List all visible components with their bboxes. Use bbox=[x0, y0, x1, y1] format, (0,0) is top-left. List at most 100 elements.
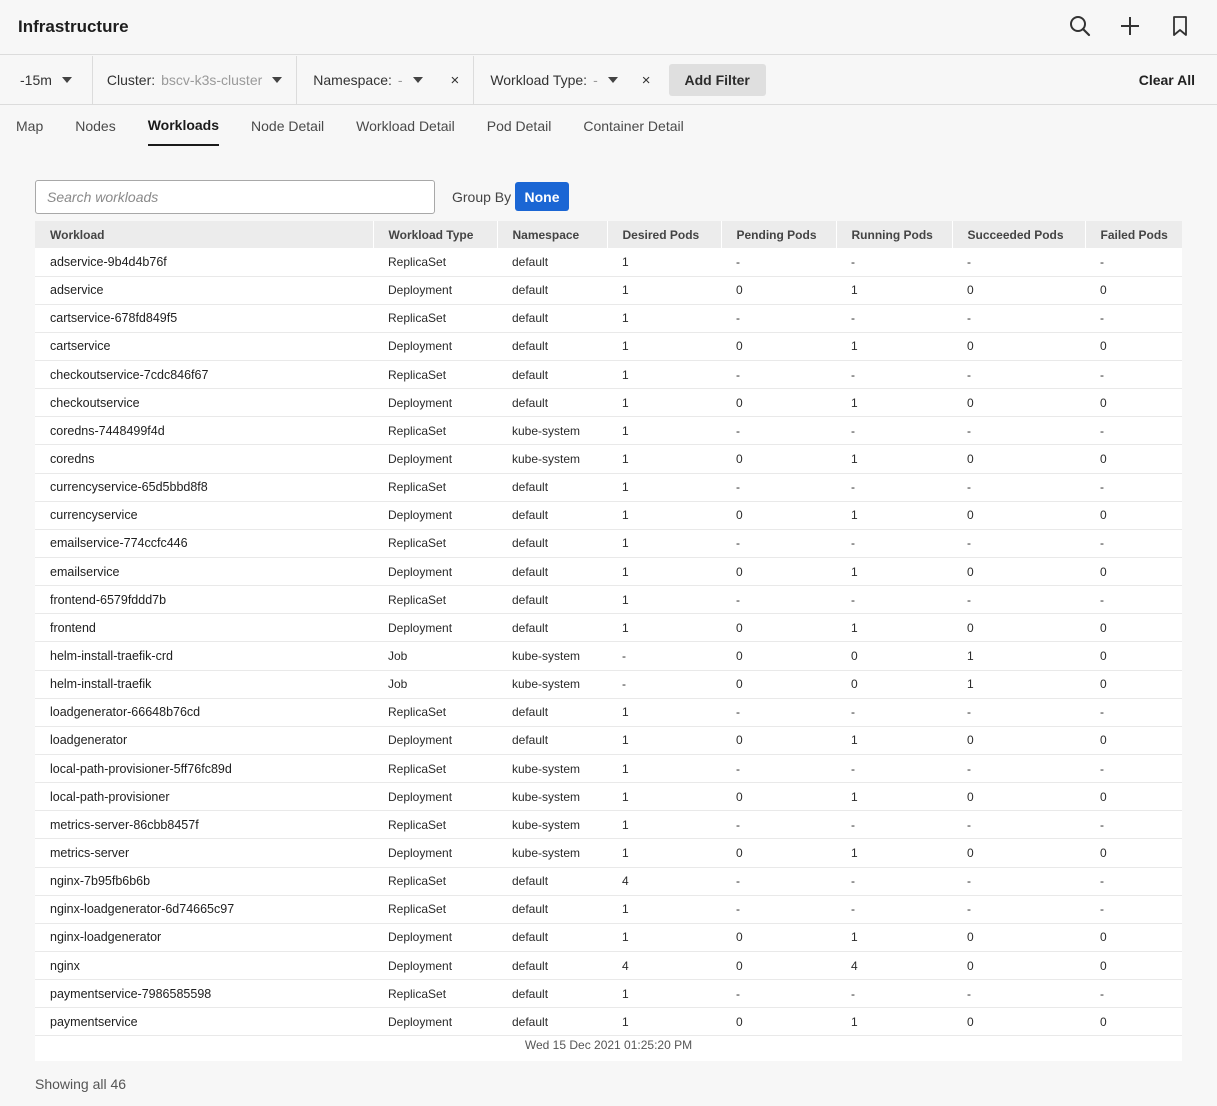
column-header-running-pods[interactable]: Running Pods bbox=[835, 221, 952, 248]
column-header-workload-type[interactable]: Workload Type bbox=[372, 221, 497, 248]
namespace-filter-label: Namespace: bbox=[313, 72, 392, 88]
cell-workload[interactable]: adservice-9b4d4b76f bbox=[35, 248, 373, 277]
group-by-none-button[interactable]: None bbox=[515, 182, 569, 211]
cell-namespace: default bbox=[497, 360, 607, 390]
plus-icon[interactable] bbox=[1117, 13, 1143, 39]
cell-namespace: default bbox=[497, 726, 607, 756]
cell-workload[interactable]: frontend-6579fddd7b bbox=[35, 585, 373, 615]
cell-succeeded-pods: 0 bbox=[952, 613, 1085, 643]
cell-failed-pods: 0 bbox=[1085, 613, 1182, 643]
cell-workload[interactable]: local-path-provisioner bbox=[35, 782, 373, 812]
cell-failed-pods: 0 bbox=[1085, 332, 1182, 362]
table-row[interactable]: nginx-loadgenerator-6d74665c97 ReplicaSet… bbox=[35, 895, 1182, 924]
tab-container-detail[interactable]: Container Detail bbox=[583, 105, 683, 146]
table-row[interactable]: adservice Deployment default 1 0 1 0 0 bbox=[35, 276, 1182, 305]
table-row[interactable]: loadgenerator-66648b76cd ReplicaSet defaul… bbox=[35, 698, 1182, 727]
table-row[interactable]: frontend-6579fddd7b ReplicaSet default 1- - -… bbox=[35, 585, 1182, 615]
cell-workload[interactable]: nginx-loadgenerator-6d74665c97 bbox=[35, 895, 373, 924]
cell-workload[interactable]: nginx-loadgenerator bbox=[35, 923, 373, 953]
table-row[interactable]: frontend Deployment default 1 0 1 0 0 bbox=[35, 613, 1182, 643]
table-row[interactable]: loadgenerator Deployment default 1 0 1 0 0 bbox=[35, 726, 1182, 756]
tab-pod-detail[interactable]: Pod Detail bbox=[487, 105, 552, 146]
cell-desired-pods: 1 bbox=[607, 923, 721, 953]
close-icon[interactable]: × bbox=[451, 72, 460, 89]
namespace-filter[interactable]: Namespace: - × bbox=[297, 55, 475, 105]
table-row[interactable]: emailservice Deployment default 1 0 1 0 0 bbox=[35, 557, 1182, 587]
cell-workload[interactable]: paymentservice bbox=[35, 1007, 373, 1037]
cell-workload[interactable]: local-path-provisioner-5ff76fc89d bbox=[35, 754, 373, 784]
table-row[interactable]: local-path-provisioner-5ff76fc89d Replica… bbox=[35, 754, 1182, 784]
close-icon[interactable]: × bbox=[642, 72, 651, 89]
cell-workload[interactable]: loadgenerator bbox=[35, 726, 373, 756]
table-row[interactable]: nginx-loadgenerator Deployment default 1 0 1 0… bbox=[35, 923, 1182, 953]
table-row[interactable]: helm-install-traefik Job kube-system -0 0 1 0 bbox=[35, 670, 1182, 699]
cell-workload[interactable]: coredns-7448499f4d bbox=[35, 416, 373, 446]
cell-workload[interactable]: emailservice-774ccfc446 bbox=[35, 529, 373, 559]
column-header-succeeded-pods[interactable]: Succeeded Pods bbox=[951, 221, 1085, 248]
workload-type-filter[interactable]: Workload Type: - × bbox=[474, 56, 658, 105]
column-header-pending-pods[interactable]: Pending Pods bbox=[720, 221, 836, 248]
cell-workload[interactable]: adservice bbox=[35, 276, 373, 305]
tab-workload-detail[interactable]: Workload Detail bbox=[356, 105, 455, 146]
cell-workload[interactable]: cartservice-678fd849f5 bbox=[35, 304, 373, 333]
table-row[interactable]: nginx-7b95fb6b6b ReplicaSet default 4- - - - bbox=[35, 867, 1182, 896]
tab-workloads[interactable]: Workloads bbox=[147, 105, 220, 146]
tab-nodes[interactable]: Nodes bbox=[75, 105, 115, 146]
cell-workload[interactable]: paymentservice-7986585598 bbox=[35, 979, 373, 1009]
cell-workload-type: Deployment bbox=[373, 276, 497, 305]
column-header-desired-pods[interactable]: Desired Pods bbox=[606, 221, 721, 248]
column-header-workload[interactable]: Workload bbox=[35, 221, 373, 248]
table-row[interactable]: adservice-9b4d4b76f ReplicaSet default 1- - -… bbox=[35, 248, 1182, 277]
cell-namespace: kube-system bbox=[497, 838, 607, 868]
cell-workload[interactable]: loadgenerator-66648b76cd bbox=[35, 698, 373, 727]
cell-workload[interactable]: metrics-server-86cbb8457f bbox=[35, 810, 373, 840]
search-icon[interactable] bbox=[1067, 13, 1093, 39]
table-row[interactable]: currencyservice-65d5bbd8f8 ReplicaSet defa… bbox=[35, 473, 1182, 502]
cell-failed-pods: 0 bbox=[1085, 670, 1182, 699]
cell-workload[interactable]: helm-install-traefik-crd bbox=[35, 641, 373, 671]
tab-map[interactable]: Map bbox=[16, 105, 43, 146]
table-row[interactable]: paymentservice Deployment default 1 0 1 0 0 bbox=[35, 1007, 1182, 1037]
cell-pending-pods: 0 bbox=[721, 557, 836, 587]
table-row[interactable]: currencyservice Deployment default 1 0 1 0 0 bbox=[35, 501, 1182, 530]
tab-node-detail[interactable]: Node Detail bbox=[251, 105, 324, 146]
cell-desired-pods: 1 bbox=[607, 501, 721, 530]
add-filter-button[interactable]: Add Filter bbox=[668, 64, 766, 96]
cell-workload[interactable]: emailservice bbox=[35, 557, 373, 587]
cell-workload[interactable]: currencyservice-65d5bbd8f8 bbox=[35, 473, 373, 502]
cell-workload[interactable]: cartservice bbox=[35, 332, 373, 362]
cell-running-pods: 1 bbox=[836, 388, 952, 418]
table-row[interactable]: checkoutservice-7cdc846f67 ReplicaSet defa… bbox=[35, 360, 1182, 390]
cluster-filter[interactable]: Cluster: bscv-k3s-cluster bbox=[93, 55, 298, 105]
table-row[interactable]: helm-install-traefik-crd Job kube-system -0… bbox=[35, 641, 1182, 671]
bookmark-icon[interactable] bbox=[1167, 13, 1193, 39]
column-header-namespace[interactable]: Namespace bbox=[496, 221, 607, 248]
table-row[interactable]: metrics-server-86cbb8457f ReplicaSet kube-… bbox=[35, 810, 1182, 840]
table-row[interactable]: metrics-server Deployment kube-system 1 0 1 0 0 bbox=[35, 838, 1182, 868]
cell-workload[interactable]: metrics-server bbox=[35, 838, 373, 868]
table-row[interactable]: coredns Deployment kube-system 1 0 1 0 0 bbox=[35, 444, 1182, 474]
cell-workload[interactable]: helm-install-traefik bbox=[35, 670, 373, 699]
cell-workload[interactable]: nginx-7b95fb6b6b bbox=[35, 867, 373, 896]
cell-workload[interactable]: checkoutservice-7cdc846f67 bbox=[35, 360, 373, 390]
table-row[interactable]: checkoutservice Deployment default 1 0 1 0 0 bbox=[35, 388, 1182, 418]
time-range-filter[interactable]: -15m bbox=[0, 55, 93, 105]
cell-workload[interactable]: currencyservice bbox=[35, 501, 373, 530]
cell-desired-pods: 1 bbox=[607, 332, 721, 362]
table-row[interactable]: emailservice-774ccfc446 ReplicaSet default… bbox=[35, 529, 1182, 559]
cell-workload[interactable]: nginx bbox=[35, 951, 373, 981]
table-row[interactable]: cartservice Deployment default 1 0 1 0 0 bbox=[35, 332, 1182, 362]
column-header-failed-pods[interactable]: Failed Pods bbox=[1084, 221, 1182, 248]
table-row[interactable]: local-path-provisioner Deployment kube-sys… bbox=[35, 782, 1182, 812]
table-row[interactable]: cartservice-678fd849f5 ReplicaSet default 1… bbox=[35, 304, 1182, 333]
cell-failed-pods: - bbox=[1085, 416, 1182, 446]
cell-workload[interactable]: checkoutservice bbox=[35, 388, 373, 418]
table-row[interactable]: coredns-7448499f4d ReplicaSet kube-system 1… bbox=[35, 416, 1182, 446]
table-row[interactable]: paymentservice-7986585598 ReplicaSet defau… bbox=[35, 979, 1182, 1009]
cell-workload[interactable]: coredns bbox=[35, 444, 373, 474]
clear-all-button[interactable]: Clear All bbox=[1139, 72, 1195, 88]
cell-succeeded-pods: 1 bbox=[952, 641, 1085, 671]
table-row[interactable]: nginx Deployment default 4 0 4 0 0 bbox=[35, 951, 1182, 981]
search-input[interactable] bbox=[35, 180, 435, 214]
cell-workload[interactable]: frontend bbox=[35, 613, 373, 643]
